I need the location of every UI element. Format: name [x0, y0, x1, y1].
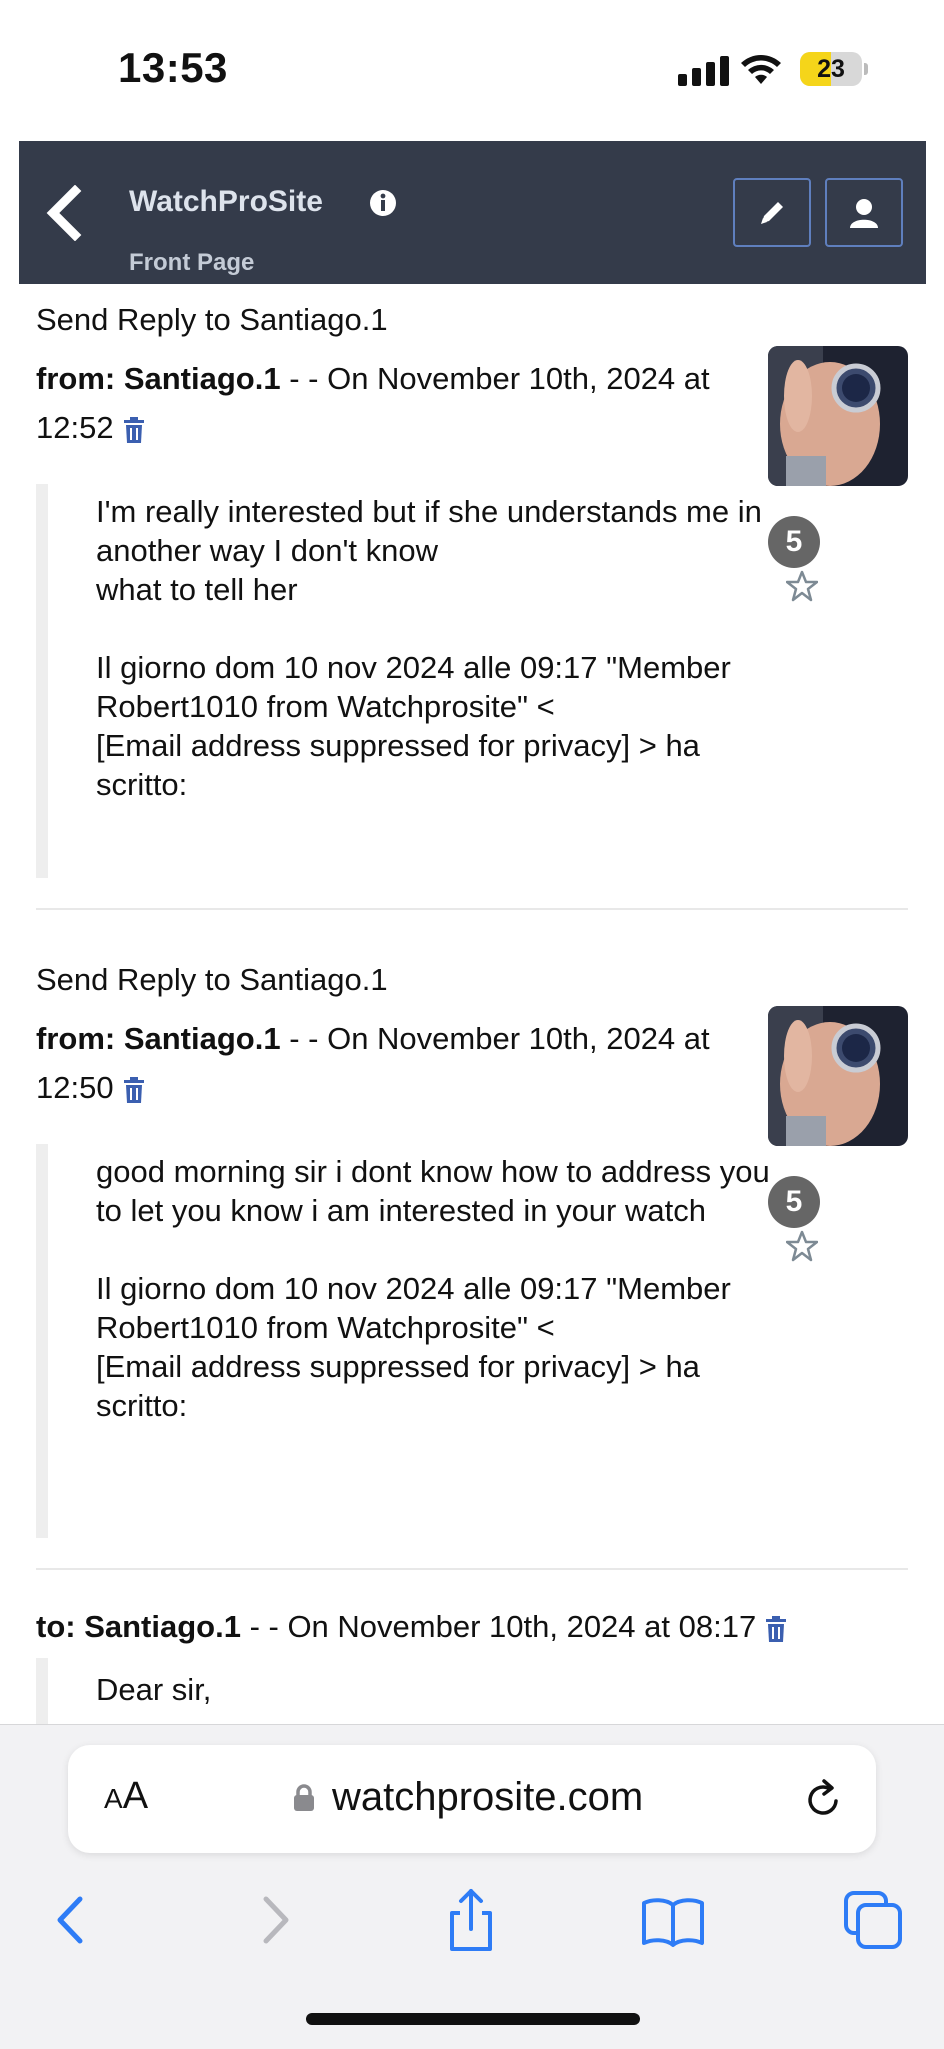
browser-nav-bar — [0, 1885, 944, 1955]
profile-button[interactable] — [825, 178, 903, 247]
cellular-signal-icon — [678, 56, 732, 86]
chevron-left-icon[interactable] — [41, 185, 91, 241]
sender-name[interactable]: from: Santiago.1 — [36, 1021, 281, 1056]
site-header: WatchProSite Front Page — [19, 141, 926, 284]
forward-arrow-icon[interactable] — [240, 1885, 310, 1955]
trash-icon[interactable] — [764, 1615, 788, 1643]
sender-name[interactable]: from: Santiago.1 — [36, 361, 281, 396]
message-text: I'm really interested but if she underst… — [96, 494, 762, 802]
user-icon — [850, 198, 878, 228]
message-date: - - On November 10th, 2024 at 08:17 — [240, 1609, 757, 1644]
avatar[interactable] — [768, 1006, 908, 1146]
battery-level: 23 — [817, 55, 845, 83]
address-bar[interactable]: AA watchprosite.com — [68, 1745, 876, 1853]
trash-icon[interactable] — [122, 416, 146, 444]
home-indicator[interactable] — [306, 2013, 640, 2025]
divider — [36, 908, 908, 910]
divider — [36, 1568, 908, 1570]
trash-icon[interactable] — [122, 1076, 146, 1104]
message-body: I'm really interested but if she underst… — [36, 484, 788, 878]
star-icon[interactable] — [786, 570, 818, 602]
share-icon[interactable] — [436, 1885, 506, 1955]
edit-button[interactable] — [733, 178, 811, 247]
site-title[interactable]: WatchProSite — [129, 185, 323, 219]
url-text[interactable]: watchprosite.com — [332, 1775, 643, 1820]
text-size-button[interactable]: AA — [104, 1775, 148, 1818]
book-icon[interactable] — [638, 1885, 708, 1955]
message-text: good morning sir i dont know how to addr… — [96, 1154, 770, 1423]
pencil-icon — [761, 201, 783, 224]
info-icon[interactable] — [369, 189, 397, 217]
battery-icon: 23 — [800, 52, 862, 86]
message-meta: from: Santiago.1 - - On November 10th, 2… — [36, 354, 776, 452]
message-meta: from: Santiago.1 - - On November 10th, 2… — [36, 1014, 776, 1112]
status-bar: 13:53 23 — [0, 0, 944, 140]
status-time: 13:53 — [118, 44, 228, 91]
message-meta: to: Santiago.1 - - On November 10th, 202… — [36, 1602, 908, 1651]
breadcrumb-front-page[interactable]: Front Page — [129, 249, 254, 277]
send-reply-link[interactable]: Send Reply to Santiago.1 — [36, 302, 388, 338]
recipient-name[interactable]: to: Santiago.1 — [36, 1609, 241, 1644]
wifi-icon — [741, 55, 781, 84]
lock-icon — [294, 1784, 314, 1811]
browser-toolbar: AA watchprosite.com — [0, 1724, 944, 2049]
avatar[interactable] — [768, 346, 908, 486]
tabs-icon[interactable] — [838, 1885, 908, 1955]
message-body: good morning sir i dont know how to addr… — [36, 1144, 788, 1538]
message-text: Dear sir, — [96, 1672, 212, 1707]
back-arrow-icon[interactable] — [36, 1885, 106, 1955]
reload-icon[interactable] — [804, 1777, 844, 1821]
send-reply-link[interactable]: Send Reply to Santiago.1 — [36, 962, 388, 998]
star-icon[interactable] — [786, 1230, 818, 1262]
